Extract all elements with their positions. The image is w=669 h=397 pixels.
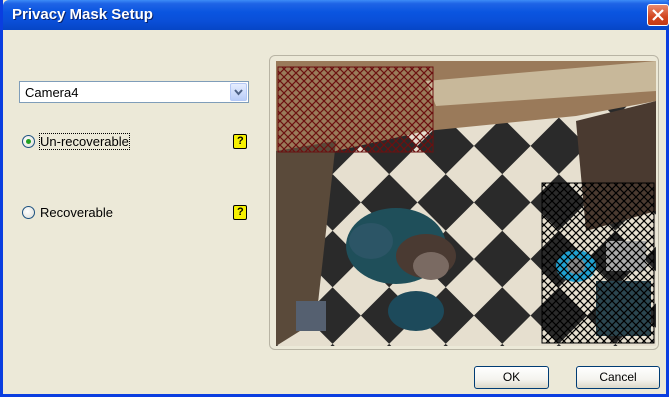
help-icon-unrecoverable[interactable]: ? (233, 134, 247, 149)
cancel-button[interactable]: Cancel (576, 366, 660, 389)
close-icon (652, 9, 664, 21)
camera-image (276, 61, 656, 346)
radio-unrecoverable-label[interactable]: Un-recoverable (39, 133, 130, 150)
camera-preview[interactable] (276, 61, 656, 346)
camera-select[interactable]: Camera4 (19, 81, 249, 103)
radio-recoverable-circle[interactable] (22, 206, 35, 219)
camera-select-arrow[interactable] (230, 83, 247, 101)
dialog-title: Privacy Mask Setup (12, 6, 153, 23)
question-mark-icon: ? (237, 135, 244, 147)
privacy-mask-black[interactable] (541, 182, 655, 344)
privacy-mask-red[interactable] (277, 66, 434, 153)
help-icon-recoverable[interactable]: ? (233, 205, 247, 220)
radio-unrecoverable-circle[interactable] (22, 135, 35, 148)
chevron-down-icon (234, 89, 243, 96)
radio-selected-dot (26, 139, 31, 144)
question-mark-icon: ? (237, 206, 244, 218)
ok-button[interactable]: OK (474, 366, 549, 389)
title-bar[interactable]: Privacy Mask Setup (3, 0, 669, 30)
camera-select-value: Camera4 (25, 85, 79, 100)
radio-recoverable-label[interactable]: Recoverable (40, 205, 113, 220)
close-button[interactable] (647, 4, 669, 26)
